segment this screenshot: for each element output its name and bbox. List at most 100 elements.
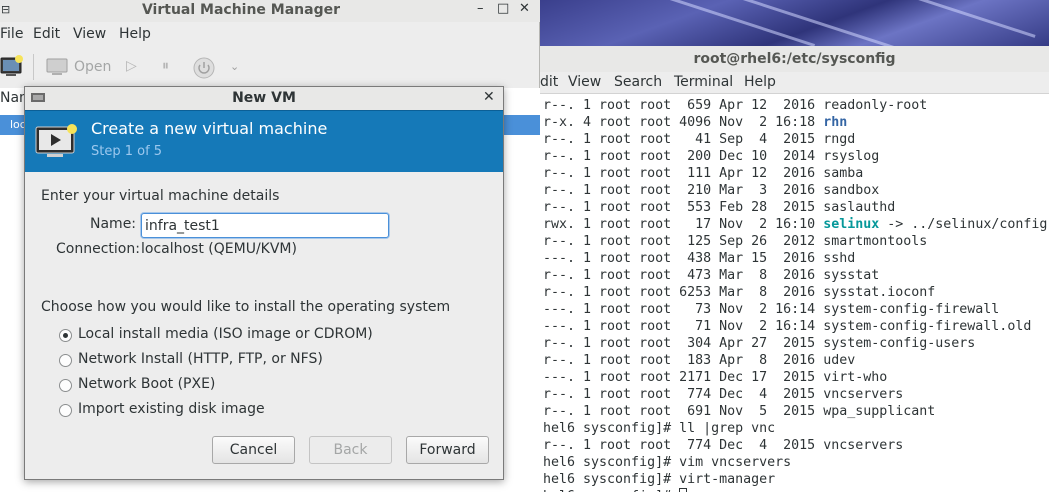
run-icon[interactable]: ▷ xyxy=(126,58,137,74)
terminal-text: r--. 1 root root 183 Apr 8 2016 udev xyxy=(543,353,856,368)
terminal-text: ---. 1 root root 2171 Dec 17 2015 virt-w… xyxy=(543,370,888,385)
terminal-text: r--. 1 root root 304 Apr 27 2015 system-… xyxy=(543,336,976,351)
vmm-menubar: File Edit View Help xyxy=(0,24,540,46)
terminal-text: ---. 1 root root 71 Nov 2 16:14 system-c… xyxy=(543,319,1032,334)
menu-file[interactable]: File xyxy=(0,26,23,42)
cancel-button[interactable]: Cancel xyxy=(212,436,295,464)
terminal-menu-view[interactable]: View xyxy=(568,74,601,90)
terminal-line: r--. 1 root root 659 Apr 12 2016 readonl… xyxy=(543,97,1049,114)
terminal-line: r--. 1 root root 183 Apr 8 2016 udev xyxy=(543,352,1049,369)
terminal-text: hel6 sysconfig]# ll |grep vnc xyxy=(543,421,776,436)
shutdown-icon[interactable] xyxy=(193,57,215,79)
maximize-icon[interactable]: □ xyxy=(497,1,509,16)
vmm-toolbar: Open ▷ ⏸ ⌄ xyxy=(0,52,540,84)
terminal-text: r--. 1 root root 659 Apr 12 2016 readonl… xyxy=(543,98,928,113)
radio-local-media[interactable] xyxy=(59,329,72,342)
terminal-line: hel6 sysconfig]# vim vncservers xyxy=(543,454,1049,471)
dialog-titlebar: New VM ✕ xyxy=(25,87,503,110)
option-label: Network Boot (PXE) xyxy=(78,376,216,392)
connection-value: localhost (QEMU/KVM) xyxy=(141,241,297,257)
terminal-line: r--. 1 root root 6253 Mar 8 2016 sysstat… xyxy=(543,284,1049,301)
desktop-wallpaper xyxy=(540,0,1049,46)
terminal-line: r--. 1 root root 473 Mar 8 2016 sysstat xyxy=(543,267,1049,284)
terminal-line: r--. 1 root root 41 Sep 4 2015 rngd xyxy=(543,131,1049,148)
new-vm-dialog: New VM ✕ Create a new virtual machine St… xyxy=(24,86,504,480)
terminal-menu-help[interactable]: Help xyxy=(744,74,776,90)
menu-view[interactable]: View xyxy=(73,26,106,42)
forward-button[interactable]: Forward xyxy=(406,436,489,464)
connection-label: Connection: xyxy=(56,241,140,257)
chevron-down-icon[interactable]: ⌄ xyxy=(230,60,239,73)
terminal-line: r--. 1 root root 304 Apr 27 2015 system-… xyxy=(543,335,1049,352)
vmm-titlebar: ⊟ Virtual Machine Manager – □ ✕ xyxy=(0,0,540,22)
terminal-text: r--. 1 root root 125 Sep 26 2012 smartmo… xyxy=(543,234,928,249)
terminal-text: r--. 1 root root 774 Dec 4 2015 vncserve… xyxy=(543,438,904,453)
close-icon[interactable]: ✕ xyxy=(519,1,530,16)
terminal-line: r--. 1 root root 200 Dec 10 2014 rsyslog xyxy=(543,148,1049,165)
terminal-text: ---. 1 root root 73 Nov 2 16:14 system-c… xyxy=(543,302,1000,317)
radio-network-install[interactable] xyxy=(59,354,72,367)
directory-name: rhn xyxy=(823,115,848,130)
radio-import-disk[interactable] xyxy=(59,404,72,417)
back-button[interactable]: Back xyxy=(309,436,392,464)
terminal-text: r--. 1 root root 41 Sep 4 2015 rngd xyxy=(543,132,856,147)
terminal-line: ---. 1 root root 71 Nov 2 16:14 system-c… xyxy=(543,318,1049,335)
open-vm-icon[interactable] xyxy=(46,57,68,77)
open-label: Open xyxy=(74,59,112,75)
symlink-name: selinux xyxy=(823,217,880,232)
terminal-text: r--. 1 root root 210 Mar 3 2016 sandbox xyxy=(543,183,880,198)
terminal-line: rwx. 1 root root 17 Nov 2 16:10 selinux … xyxy=(543,216,1049,233)
terminal-line: r-x. 4 root root 4096 Nov 2 16:18 rhn xyxy=(543,114,1049,131)
terminal-menu-edit[interactable]: dit xyxy=(540,74,558,90)
terminal-text: ---. 1 root root 438 Mar 15 2016 sshd xyxy=(543,251,856,266)
terminal-text: r--. 1 root root 691 Nov 5 2015 wpa_supp… xyxy=(543,404,936,419)
dialog-close-icon[interactable]: ✕ xyxy=(483,89,495,105)
terminal-text: -> ../selinux/config xyxy=(879,217,1048,232)
radio-network-boot[interactable] xyxy=(59,379,72,392)
terminal-menu-search[interactable]: Search xyxy=(614,74,662,90)
terminal-line: r--. 1 root root 210 Mar 3 2016 sandbox xyxy=(543,182,1049,199)
terminal-line: ---. 1 root root 438 Mar 15 2016 sshd xyxy=(543,250,1049,267)
terminal-line: r--. 1 root root 691 Nov 5 2015 wpa_supp… xyxy=(543,403,1049,420)
terminal-menu-terminal[interactable]: Terminal xyxy=(674,74,733,90)
new-vm-icon[interactable] xyxy=(0,54,24,78)
terminal-text: r--. 1 root root 553 Feb 28 2015 saslaut… xyxy=(543,200,896,215)
terminal-text: r--. 1 root root 200 Dec 10 2014 rsyslog xyxy=(543,149,880,164)
terminal-menubar: dit View Search Terminal Help xyxy=(540,72,1049,94)
terminal-line: r--. 1 root root 774 Dec 4 2015 vncserve… xyxy=(543,386,1049,403)
option-label: Local install media (ISO image or CDROM) xyxy=(78,326,373,342)
dialog-banner: Create a new virtual machine Step 1 of 5 xyxy=(25,110,503,172)
terminal-cursor xyxy=(679,488,688,492)
terminal-output[interactable]: r--. 1 root root 659 Apr 12 2016 readonl… xyxy=(543,97,1049,492)
terminal-line: hel6 sysconfig]# ll |grep vnc xyxy=(543,420,1049,437)
option-label: Network Install (HTTP, FTP, or NFS) xyxy=(78,351,323,367)
menu-edit[interactable]: Edit xyxy=(33,26,60,42)
option-label: Import existing disk image xyxy=(78,401,265,417)
details-heading: Enter your virtual machine details xyxy=(41,188,280,204)
terminal-text: r--. 1 root root 774 Dec 4 2015 vncserve… xyxy=(543,387,904,402)
minimize-icon[interactable]: – xyxy=(477,1,484,16)
terminal-line: r--. 1 root root 774 Dec 4 2015 vncserve… xyxy=(543,437,1049,454)
name-label: Name: xyxy=(90,216,137,232)
step-indicator: Step 1 of 5 xyxy=(91,144,163,159)
terminal-line: r--. 1 root root 111 Apr 12 2016 samba xyxy=(543,165,1049,182)
toolbar-separator xyxy=(33,54,34,80)
vm-name-input[interactable] xyxy=(141,213,389,238)
terminal-line: hel6 sysconfig]# virt-manager xyxy=(543,471,1049,488)
install-heading: Choose how you would like to install the… xyxy=(41,299,451,315)
new-vm-banner-icon xyxy=(35,124,77,157)
dialog-title: New VM xyxy=(232,90,296,106)
banner-title: Create a new virtual machine xyxy=(91,119,328,138)
pause-icon[interactable]: ⏸ xyxy=(162,58,169,74)
terminal-text: hel6 sysconfig]# vim vncservers xyxy=(543,455,792,470)
menu-help[interactable]: Help xyxy=(119,26,151,42)
terminal-line: r--. 1 root root 553 Feb 28 2015 saslaut… xyxy=(543,199,1049,216)
terminal-window: root@rhel6:/etc/sysconfig dit View Searc… xyxy=(540,0,1049,492)
terminal-line: ---. 1 root root 73 Nov 2 16:14 system-c… xyxy=(543,301,1049,318)
terminal-text: hel6 sysconfig]# virt-manager xyxy=(543,472,776,487)
terminal-text: r--. 1 root root 111 Apr 12 2016 samba xyxy=(543,166,864,181)
terminal-title: root@rhel6:/etc/sysconfig xyxy=(540,46,1049,72)
terminal-line: ---. 1 root root 2171 Dec 17 2015 virt-w… xyxy=(543,369,1049,386)
terminal-text: r--. 1 root root 473 Mar 8 2016 sysstat xyxy=(543,268,880,283)
terminal-text: r--. 1 root root 6253 Mar 8 2016 sysstat… xyxy=(543,285,936,300)
